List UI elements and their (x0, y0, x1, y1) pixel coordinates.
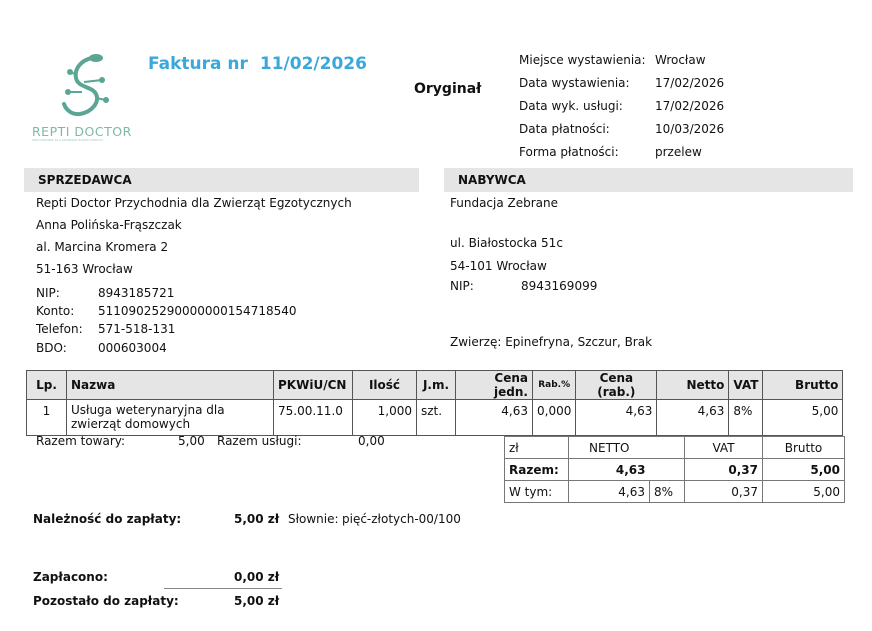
buyer-nip-label: NIP: (450, 279, 474, 293)
col-header: Lp. (26, 370, 67, 400)
cell-brutto: 5,00 (762, 399, 844, 436)
meta-value: 17/02/2026 (655, 76, 725, 90)
wtym-brutto: 5,00 (762, 480, 845, 503)
meta-label: Data wyk. usługi: (519, 99, 623, 113)
seller-city: 51-163 Wrocław (36, 262, 133, 276)
remaining-value: 5,00 zł (234, 594, 280, 608)
copy-label: Oryginał (414, 81, 482, 97)
buyer-name: Fundacja Zebrane (450, 196, 559, 210)
cell-name: Usługa weterynaryjna dla zwierząt domowy… (66, 399, 274, 436)
seller-phone-label: Telefon: (36, 322, 83, 336)
seller-bdo-value: 000603004 (98, 341, 167, 355)
meta-value: 10/03/2026 (655, 122, 725, 136)
vat-summary-table: zł NETTO VAT Brutto Razem: 4,63 0,37 5,0… (504, 436, 845, 503)
seller-heading: SPRZEDAWCA (24, 168, 419, 192)
empty-cell (649, 458, 685, 481)
invoice-title-label: Faktura nr (148, 54, 248, 74)
cell-vat: 8% (728, 399, 764, 436)
vat-header: VAT (684, 436, 763, 459)
logo-tagline: PRZYCHODNIA DLA ZWIERZĄT EGZOTYCZNYCH (32, 139, 103, 142)
meta-label: Miejsce wystawienia: (519, 53, 646, 67)
brutto-header: Brutto (762, 436, 845, 459)
meta-value: 17/02/2026 (655, 99, 725, 113)
total-label: Razem: (504, 458, 569, 481)
meta-label: Forma płatności: (519, 145, 619, 159)
meta-label: Data wystawienia: (519, 76, 630, 90)
buyer-heading: NABYWCA (444, 168, 853, 192)
col-header: Rab.% (531, 370, 577, 400)
amount-words-label: Słownie: (288, 512, 339, 526)
divider (164, 588, 282, 589)
wtym-netto: 4,63 (568, 480, 650, 503)
invoice-title: Faktura nr 11/02/2026 (148, 54, 367, 74)
remaining-label: Pozostało do zapłaty: (33, 594, 179, 608)
seller-phone-value: 571-518-131 (98, 322, 176, 336)
cell-unit: szt. (416, 399, 456, 436)
summary-header-row: zł NETTO VAT Brutto (504, 436, 845, 459)
seller-bdo-label: BDO: (36, 341, 67, 355)
col-header: PKWiU/CN (273, 370, 353, 400)
amount-due-value: 5,00 zł (234, 512, 280, 526)
empty-cell (649, 436, 685, 459)
total-vat: 0,37 (684, 458, 763, 481)
col-header: Ilość (352, 370, 417, 400)
meta-value: Wrocław (655, 53, 706, 67)
col-header: J.m. (416, 370, 456, 400)
cell-qty: 1,000 (352, 399, 417, 436)
wtym-label: W tym: (504, 480, 569, 503)
col-header: Brutto (762, 370, 844, 400)
total-netto: 4,63 (568, 458, 650, 481)
buyer-nip-value: 8943169099 (521, 279, 598, 293)
amount-due-label: Należność do zapłaty: (33, 512, 182, 526)
col-header: Cena jedn. (455, 370, 533, 400)
meta-label: Data płatności: (519, 122, 610, 136)
razem-uslugi-value: 0,00 (358, 434, 385, 448)
seller-person: Anna Polińska-Frąszczak (36, 218, 182, 232)
netto-header: NETTO (568, 436, 650, 459)
cell-discount: 0,000 (531, 399, 577, 436)
cell-price-after-discount: 4,63 (575, 399, 658, 436)
items-table: Lp. Nazwa PKWiU/CN Ilość J.m. Cena jedn.… (26, 370, 844, 436)
paid-value: 0,00 zł (234, 570, 280, 584)
items-header-row: Lp. Nazwa PKWiU/CN Ilość J.m. Cena jedn.… (26, 370, 844, 400)
razem-uslugi-label: Razem usługi: (217, 434, 302, 448)
seller-name: Repti Doctor Przychodnia dla Zwierząt Eg… (36, 196, 352, 210)
col-header: Cena (rab.) (575, 370, 658, 400)
amount-words: pięć-złotych-00/100 (342, 512, 461, 526)
buyer-street: ul. Białostocka 51c (450, 236, 563, 250)
meta-value: przelew (655, 145, 702, 159)
cell-unit-price: 4,63 (455, 399, 533, 436)
cell-netto: 4,63 (656, 399, 730, 436)
paid-label: Zapłacono: (33, 570, 108, 584)
total-brutto: 5,00 (762, 458, 845, 481)
table-row: 1 Usługa weterynaryjna dla zwierząt domo… (26, 399, 844, 436)
buyer-city: 54-101 Wrocław (450, 259, 547, 273)
razem-towary-value: 5,00 (178, 434, 205, 448)
wtym-rate: 8% (649, 480, 685, 503)
col-header: Netto (656, 370, 730, 400)
razem-towary-label: Razem towary: (36, 434, 126, 448)
seller-nip-label: NIP: (36, 286, 60, 300)
wtym-vat: 0,37 (684, 480, 763, 503)
cell-pkwiu: 75.00.11.0 (273, 399, 353, 436)
col-header: Nazwa (66, 370, 274, 400)
summary-total-row: Razem: 4,63 0,37 5,00 (504, 458, 845, 481)
seller-account-value: 51109025290000000154718540 (98, 304, 297, 318)
seller-nip-value: 8943185721 (98, 286, 175, 300)
cell-lp: 1 (26, 399, 67, 436)
summary-breakdown-row: W tym: 4,63 8% 0,37 5,00 (504, 480, 845, 503)
col-header: VAT (728, 370, 764, 400)
lizard-logo-icon (62, 54, 109, 117)
seller-account-label: Konto: (36, 304, 75, 318)
invoice-number: 11/02/2026 (259, 54, 367, 74)
seller-street: al. Marcina Kromera 2 (36, 240, 169, 254)
logo-name: REPTI DOCTOR (32, 124, 132, 139)
buyer-animals: Zwierzę: Epinefryna, Szczur, Brak (450, 335, 653, 349)
currency-cell: zł (504, 436, 569, 459)
